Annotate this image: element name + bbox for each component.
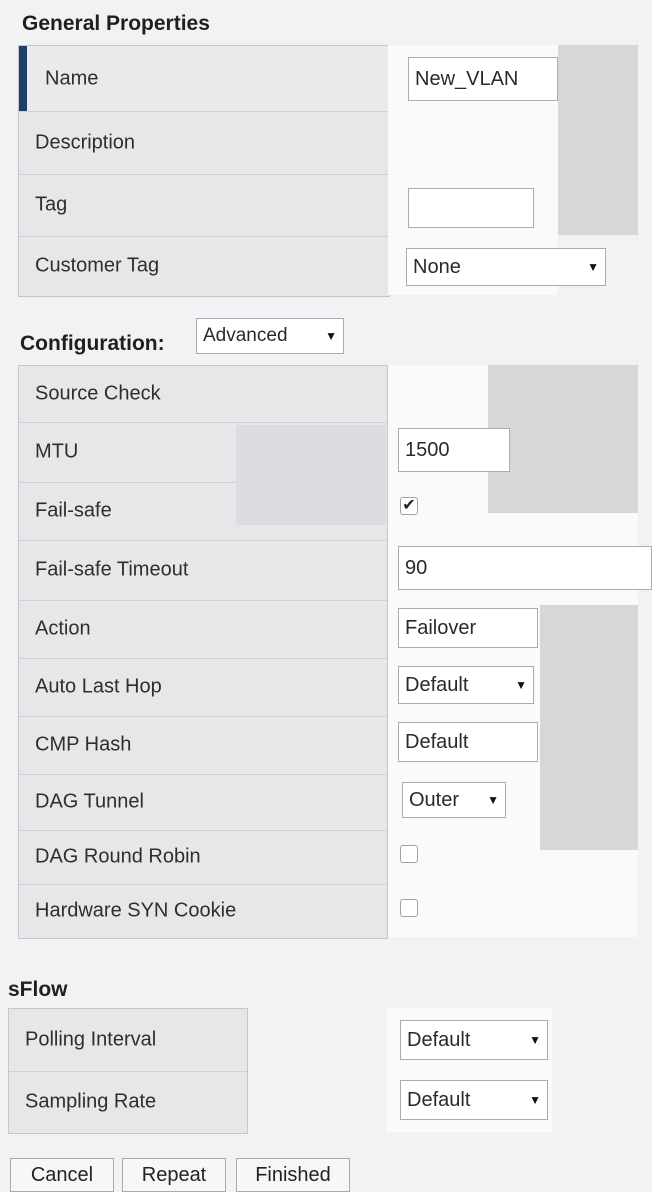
customer-tag-select[interactable]: None ▼	[406, 248, 606, 286]
row-cmp-hash: CMP Hash	[19, 716, 387, 775]
chevron-down-icon: ▼	[529, 1033, 541, 1047]
row-name[interactable]: Name	[19, 46, 389, 112]
general-gray-block	[558, 45, 638, 235]
row-hardware-syn-cookie: Hardware SYN Cookie	[19, 884, 387, 938]
dag-tunnel-value: Outer	[409, 788, 460, 811]
action-label: Action	[35, 617, 91, 640]
source-check-label: Source Check	[35, 382, 161, 405]
auto-last-hop-select[interactable]: Default ▼	[398, 666, 534, 704]
name-input[interactable]: New_VLAN	[408, 57, 558, 101]
customer-tag-label: Customer Tag	[35, 254, 160, 277]
mtu-input[interactable]: 1500	[398, 428, 510, 472]
polling-interval-label: Polling Interval	[25, 1028, 157, 1051]
auto-last-hop-value: Default	[405, 673, 469, 696]
fail-safe-timeout-label: Fail-safe Timeout	[35, 558, 189, 581]
row-sampling-rate: Sampling Rate	[9, 1071, 247, 1133]
row-tag: Tag	[19, 174, 389, 237]
fail-safe-timeout-input[interactable]: 90	[398, 546, 652, 590]
chevron-down-icon: ▼	[325, 329, 337, 343]
dag-round-robin-checkbox[interactable]	[400, 845, 418, 863]
row-auto-last-hop: Auto Last Hop	[19, 658, 387, 717]
hardware-syn-cookie-label: Hardware SYN Cookie	[35, 899, 237, 922]
configuration-gray-block-bottom	[540, 605, 638, 850]
polling-interval-value: Default	[407, 1028, 471, 1051]
fail-safe-label: Fail-safe	[35, 499, 112, 522]
finished-button[interactable]: Finished	[236, 1158, 350, 1192]
sampling-rate-value: Default	[407, 1088, 471, 1111]
row-dag-round-robin: DAG Round Robin	[19, 830, 387, 885]
chevron-down-icon: ▼	[529, 1093, 541, 1107]
cancel-button[interactable]: Cancel	[10, 1158, 114, 1192]
hardware-syn-cookie-checkbox[interactable]	[400, 899, 418, 917]
row-polling-interval: Polling Interval	[9, 1009, 247, 1072]
general-properties-labels: Name Description Tag Customer Tag	[18, 45, 390, 297]
sampling-rate-select[interactable]: Default ▼	[400, 1080, 548, 1120]
action-select[interactable]: Failover	[398, 608, 538, 648]
chevron-down-icon: ▼	[515, 678, 527, 692]
configuration-gray-strip	[236, 425, 386, 525]
row-action: Action	[19, 600, 387, 659]
cmp-hash-label: CMP Hash	[35, 733, 132, 756]
fail-safe-checkbox[interactable]: ✔	[400, 497, 418, 515]
description-label: Description	[35, 131, 136, 153]
configuration-mode-select[interactable]: Advanced ▼	[196, 318, 344, 354]
repeat-button[interactable]: Repeat	[122, 1158, 226, 1192]
sampling-rate-label: Sampling Rate	[25, 1090, 157, 1113]
configuration-gray-block-top	[488, 365, 638, 513]
polling-interval-select[interactable]: Default ▼	[400, 1020, 548, 1060]
row-fail-safe-timeout: Fail-safe Timeout	[19, 540, 387, 601]
row-dag-tunnel: DAG Tunnel	[19, 774, 387, 831]
checkmark-icon: ✔	[402, 497, 416, 514]
name-label: Name	[45, 67, 99, 89]
row-description: Description	[19, 111, 389, 175]
row-customer-tag: Customer Tag	[19, 236, 389, 296]
general-properties-title: General Properties	[22, 12, 210, 35]
customer-tag-value: None	[413, 255, 461, 278]
sflow-title: sFlow	[8, 978, 68, 1001]
auto-last-hop-label: Auto Last Hop	[35, 675, 162, 698]
configuration-title: Configuration:	[20, 332, 165, 355]
chevron-down-icon: ▼	[587, 260, 599, 274]
tag-label: Tag	[35, 193, 68, 216]
configuration-mode-value: Advanced	[203, 325, 288, 346]
sflow-labels: Polling Interval Sampling Rate	[8, 1008, 248, 1134]
dag-tunnel-label: DAG Tunnel	[35, 790, 144, 813]
dag-tunnel-select[interactable]: Outer ▼	[402, 782, 506, 818]
dag-round-robin-label: DAG Round Robin	[35, 845, 201, 868]
mtu-label: MTU	[35, 440, 79, 463]
tag-input[interactable]	[408, 188, 534, 228]
cmp-hash-select[interactable]: Default	[398, 722, 538, 762]
chevron-down-icon: ▼	[487, 793, 499, 807]
row-source-check: Source Check	[19, 366, 387, 423]
